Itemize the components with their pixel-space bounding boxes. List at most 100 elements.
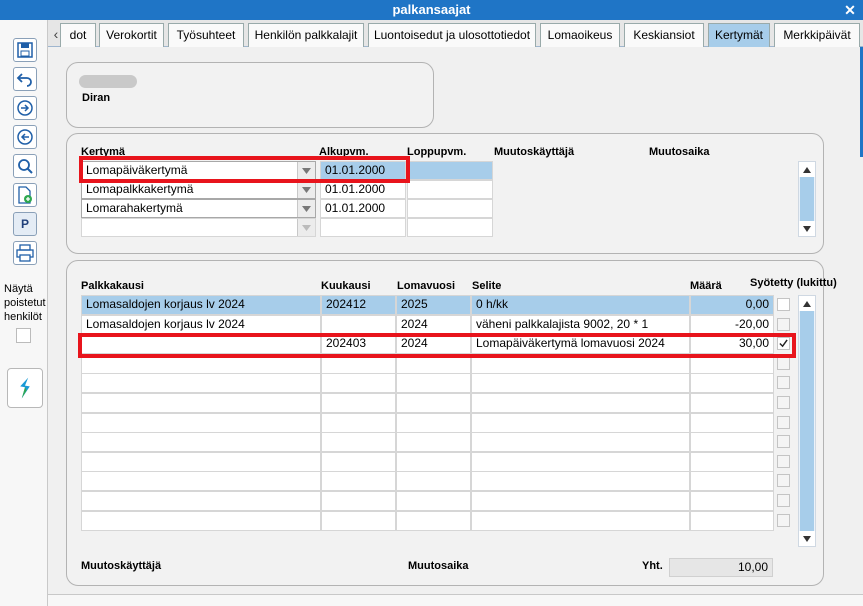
kertyma-type-select[interactable]: Lomapäiväkertymä: [81, 161, 316, 180]
maara-cell[interactable]: [690, 432, 774, 452]
syotetty-checkbox[interactable]: [777, 474, 790, 487]
new-document-button[interactable]: [13, 183, 37, 207]
palkkakausi-cell[interactable]: [81, 354, 321, 374]
syotetty-checkbox[interactable]: [777, 396, 790, 409]
palkkakausi-cell[interactable]: [81, 432, 321, 452]
kuukausi-cell[interactable]: [321, 471, 396, 491]
scroll-down-icon[interactable]: [799, 221, 815, 236]
kuukausi-cell[interactable]: [321, 511, 396, 531]
tab-dot[interactable]: dot: [60, 23, 96, 47]
syotetty-checkbox[interactable]: [777, 455, 790, 468]
maara-cell[interactable]: [690, 393, 774, 413]
syotetty-checkbox[interactable]: [777, 514, 790, 527]
loppupvm-cell[interactable]: [407, 161, 493, 180]
scroll-up-icon[interactable]: [799, 162, 815, 177]
palkkakausi-cell[interactable]: [81, 452, 321, 472]
lomavuosi-cell[interactable]: [396, 393, 471, 413]
selite-cell[interactable]: Lomapäiväkertymä lomavuosi 2024: [471, 334, 690, 354]
alkupvm-cell[interactable]: 01.01.2000: [320, 180, 406, 199]
syotetty-checkbox[interactable]: [777, 376, 790, 389]
syotetty-checkbox[interactable]: [777, 494, 790, 507]
palkkakausi-cell[interactable]: Lomasaldojen korjaus lv 2024: [81, 315, 321, 335]
kuukausi-cell[interactable]: 202412: [321, 295, 396, 315]
lomavuosi-cell[interactable]: [396, 491, 471, 511]
tab-henkilon-palkkalajit[interactable]: Henkilön palkkalajit: [248, 23, 364, 47]
kuukausi-cell[interactable]: [321, 491, 396, 511]
kuukausi-cell[interactable]: 202403: [321, 334, 396, 354]
chevron-down-icon[interactable]: [297, 181, 315, 198]
p-button[interactable]: P: [13, 212, 37, 236]
maara-cell[interactable]: [690, 354, 774, 374]
save-button[interactable]: [13, 38, 37, 62]
syotetty-checkbox[interactable]: [777, 298, 790, 311]
kertyma-type-select[interactable]: Lomapalkkakertymä: [81, 180, 316, 199]
selite-cell[interactable]: [471, 511, 690, 531]
selite-cell[interactable]: väheni palkkalajista 9002, 20 * 1: [471, 315, 690, 335]
lomavuosi-cell[interactable]: 2024: [396, 315, 471, 335]
chevron-down-icon[interactable]: [297, 219, 315, 236]
maara-cell[interactable]: [690, 413, 774, 433]
chevron-down-icon[interactable]: [297, 162, 315, 179]
lomavuosi-cell[interactable]: [396, 373, 471, 393]
maara-cell[interactable]: [690, 511, 774, 531]
maara-cell[interactable]: [690, 491, 774, 511]
kuukausi-cell[interactable]: [321, 373, 396, 393]
selite-cell[interactable]: 0 h/kk: [471, 295, 690, 315]
palkkakausi-cell[interactable]: [81, 334, 321, 354]
tab-verokortit[interactable]: Verokortit: [99, 23, 164, 47]
maara-cell[interactable]: -20,00: [690, 315, 774, 335]
palkkakausi-cell[interactable]: Lomasaldojen korjaus lv 2024: [81, 295, 321, 315]
tab-tyosuhteet[interactable]: Työsuhteet: [168, 23, 244, 47]
palkka-scrollbar[interactable]: [798, 295, 816, 547]
lomavuosi-cell[interactable]: [396, 432, 471, 452]
tab-kertymat[interactable]: Kertymät: [708, 23, 770, 47]
chevron-down-icon[interactable]: [297, 200, 315, 217]
maara-cell[interactable]: 30,00: [690, 334, 774, 354]
scroll-thumb[interactable]: [800, 177, 814, 221]
next-button[interactable]: [13, 96, 37, 120]
lomavuosi-cell[interactable]: 2024: [396, 334, 471, 354]
syotetty-checkbox[interactable]: [777, 337, 790, 350]
loppupvm-cell[interactable]: [407, 199, 493, 218]
selite-cell[interactable]: [471, 413, 690, 433]
alkupvm-cell-empty[interactable]: [320, 218, 406, 237]
kuukausi-cell[interactable]: [321, 452, 396, 472]
tab-luontoisedut[interactable]: Luontoisedut ja ulosottotiedot: [368, 23, 536, 47]
lomavuosi-cell[interactable]: [396, 471, 471, 491]
loppupvm-cell[interactable]: [407, 180, 493, 199]
selite-cell[interactable]: [471, 393, 690, 413]
kertyma-type-select-empty[interactable]: [81, 218, 316, 237]
scroll-up-icon[interactable]: [799, 296, 815, 311]
maara-cell[interactable]: [690, 471, 774, 491]
selite-cell[interactable]: [471, 373, 690, 393]
lomavuosi-cell[interactable]: [396, 511, 471, 531]
maara-cell[interactable]: [690, 373, 774, 393]
palkkakausi-cell[interactable]: [81, 373, 321, 393]
alkupvm-cell[interactable]: 01.01.2000: [320, 199, 406, 218]
palkkakausi-cell[interactable]: [81, 413, 321, 433]
tab-lomaoikeus[interactable]: Lomaoikeus: [540, 23, 620, 47]
maara-cell[interactable]: [690, 452, 774, 472]
selite-cell[interactable]: [471, 471, 690, 491]
scroll-down-icon[interactable]: [799, 531, 815, 546]
palkkakausi-cell[interactable]: [81, 491, 321, 511]
palkkakausi-cell[interactable]: [81, 511, 321, 531]
palkkakausi-cell[interactable]: [81, 393, 321, 413]
selite-cell[interactable]: [471, 354, 690, 374]
palkkakausi-cell[interactable]: [81, 471, 321, 491]
alkupvm-cell[interactable]: 01.01.2000: [320, 161, 406, 180]
undo-button[interactable]: [13, 67, 37, 91]
search-button[interactable]: [13, 154, 37, 178]
kuukausi-cell[interactable]: [321, 432, 396, 452]
kertyma-type-select[interactable]: Lomarahakertymä: [81, 199, 316, 218]
loppupvm-cell-empty[interactable]: [407, 218, 493, 237]
scroll-thumb[interactable]: [800, 311, 814, 531]
show-deleted-checkbox[interactable]: [16, 328, 31, 343]
lomavuosi-cell[interactable]: [396, 354, 471, 374]
tab-keskiansiot[interactable]: Keskiansiot: [624, 23, 704, 47]
syotetty-checkbox[interactable]: [777, 357, 790, 370]
kuukausi-cell[interactable]: [321, 315, 396, 335]
syotetty-checkbox[interactable]: [777, 416, 790, 429]
kertyma-scrollbar[interactable]: [798, 161, 816, 237]
syotetty-checkbox[interactable]: [777, 318, 790, 331]
